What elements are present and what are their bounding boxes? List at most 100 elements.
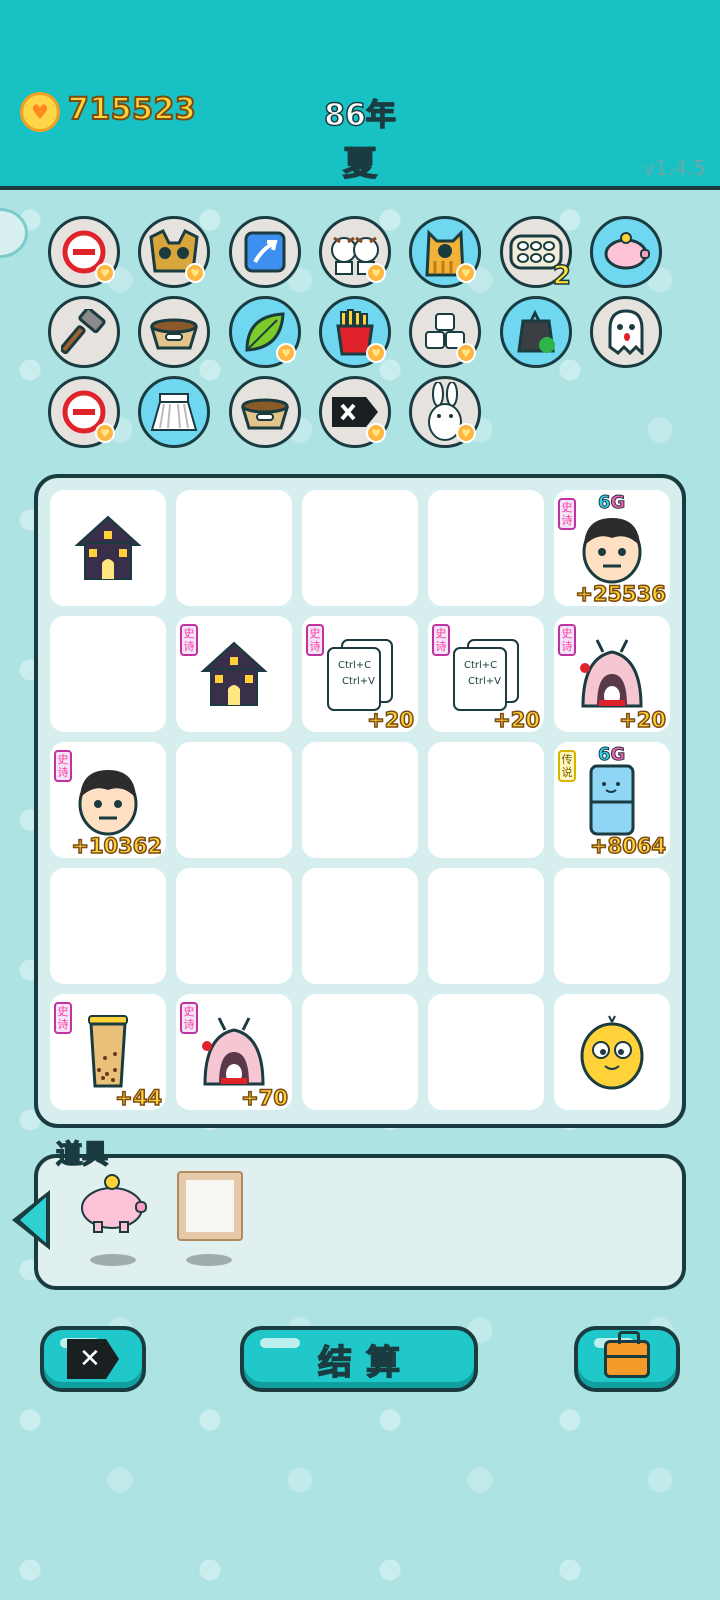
skirt-icon[interactable] — [138, 376, 210, 448]
board-cell[interactable] — [50, 868, 166, 984]
board-cell[interactable]: 史诗 Ctrl+C Ctrl+V +20 — [428, 616, 544, 733]
settle-button-label: 结算 — [317, 1342, 414, 1384]
bonus-value: +70 — [240, 1085, 288, 1111]
year-label: 86年 — [323, 97, 396, 134]
copy-paste-icon: Ctrl+C Ctrl+V — [327, 639, 393, 711]
board-cell[interactable] — [176, 742, 292, 858]
sugar-cubes-icon[interactable]: ♥ — [409, 296, 481, 368]
rabbit-icon[interactable]: ♥ — [409, 376, 481, 448]
favorite-badge-icon: ♥ — [95, 263, 115, 283]
version-label: v1.4.5 — [643, 156, 706, 180]
man-face-icon — [78, 770, 138, 836]
haunted-house-icon — [74, 515, 142, 580]
epic-tag: 史诗 — [54, 1002, 72, 1034]
up-arrow-card-icon[interactable] — [229, 216, 301, 288]
delete-tag-icon: ✕ — [67, 1339, 119, 1379]
board-cell[interactable]: 史诗 +10362 — [50, 742, 166, 859]
bonus-value: +10362 — [71, 833, 163, 859]
rabbit-house-icon — [202, 1017, 265, 1086]
board-cell[interactable] — [554, 868, 670, 984]
board-cell[interactable]: 传说 6G +8064 — [554, 742, 670, 859]
picture-frame-icon — [177, 1171, 243, 1241]
copy-text: Ctrl+C — [464, 660, 497, 671]
settle-button[interactable]: 结算 — [240, 1326, 478, 1392]
board-cell[interactable] — [50, 616, 166, 732]
board-cell[interactable]: 史诗 +20 — [554, 616, 670, 733]
props-title: 道具 — [55, 1139, 109, 1171]
delete-tag-icon[interactable]: ♥ — [319, 376, 391, 448]
board-cell[interactable]: 史诗 — [176, 616, 292, 732]
epic-tag: 史诗 — [180, 624, 198, 656]
yellow-chick-icon — [580, 1015, 644, 1090]
epic-tag: 史诗 — [432, 624, 450, 656]
haunted-house-icon — [200, 641, 268, 706]
bonus-value: +20 — [492, 707, 540, 733]
cat-in-box-icon[interactable]: ♥ — [138, 216, 210, 288]
epic-tag: 史诗 — [306, 624, 324, 656]
briefcase-icon — [604, 1331, 650, 1378]
board-cell[interactable] — [302, 742, 418, 858]
props-picture-frame[interactable] — [176, 1170, 244, 1242]
paste-text: Ctrl+V — [342, 676, 375, 687]
paste-text: Ctrl+V — [468, 676, 501, 687]
minus-circle-icon[interactable]: ♥ — [48, 216, 120, 288]
recycle-bag-icon[interactable] — [500, 296, 572, 368]
hammer-icon[interactable] — [48, 296, 120, 368]
board-cell[interactable] — [428, 742, 544, 858]
props-piggy-bank[interactable] — [76, 1170, 148, 1240]
rabbit-house-icon — [580, 639, 643, 708]
bubble-tea-icon — [88, 1015, 128, 1088]
item-shadow — [90, 1254, 136, 1266]
board-cell[interactable]: 史诗 +44 — [50, 994, 166, 1111]
favorite-badge-icon: ♥ — [366, 263, 386, 283]
cat-icon[interactable]: ♥ — [409, 216, 481, 288]
top-bar: ♥ 715523 86年 夏 v1.4.5 — [0, 0, 720, 190]
board-cell[interactable] — [554, 994, 670, 1110]
egg-tray-icon[interactable]: 2 — [500, 216, 572, 292]
board-cell[interactable] — [302, 868, 418, 984]
minus-circle-icon[interactable]: ♥ — [48, 376, 120, 448]
favorite-badge-icon: ♥ — [95, 423, 115, 443]
epic-tag: 史诗 — [558, 624, 576, 656]
coin-icon: ♥ — [20, 92, 60, 132]
fridge-icon — [589, 764, 635, 836]
cow-couple-icon[interactable]: ♥ — [319, 216, 391, 288]
favorite-badge-icon: ♥ — [456, 423, 476, 443]
copy-text: Ctrl+C — [338, 660, 371, 671]
ghost-icon[interactable] — [590, 296, 662, 368]
board-cell[interactable]: 史诗 Ctrl+C Ctrl+V +20 — [302, 616, 418, 733]
bonus-value: +20 — [618, 707, 666, 733]
pet-bowl-icon[interactable] — [138, 296, 210, 368]
bonus-value: +20 — [366, 707, 414, 733]
french-fries-icon[interactable]: ♥ — [319, 296, 391, 368]
board-cell[interactable] — [50, 490, 166, 606]
board-cell[interactable]: 史诗 6G +25536 — [554, 490, 670, 607]
board-cell[interactable] — [428, 490, 544, 606]
scroll-left-arrow-fill — [20, 1197, 46, 1243]
board-cell[interactable] — [176, 868, 292, 984]
board-cell[interactable] — [428, 868, 544, 984]
generation-label: 6G — [598, 744, 626, 766]
bonus-value: +8064 — [589, 833, 667, 859]
legend-tag: 传说 — [558, 750, 576, 782]
pet-bowl-icon[interactable] — [229, 376, 301, 448]
epic-tag: 史诗 — [54, 750, 72, 782]
item-shadow — [186, 1254, 232, 1266]
favorite-badge-icon: ♥ — [456, 263, 476, 283]
board-cell[interactable] — [302, 490, 418, 606]
board-cell[interactable]: 史诗 +70 — [176, 994, 292, 1111]
favorite-badge-icon: ♥ — [185, 263, 205, 283]
leaf-icon[interactable]: ♥ — [229, 296, 301, 368]
item-count: 2 — [552, 260, 572, 292]
generation-label: 6G — [598, 492, 626, 514]
board-cell[interactable] — [302, 994, 418, 1110]
season-label: 夏 — [342, 143, 378, 185]
favorite-badge-icon: ♥ — [366, 423, 386, 443]
piggy-bank-icon[interactable] — [590, 216, 662, 288]
delete-button[interactable]: ✕ — [40, 1326, 146, 1392]
board-cell[interactable] — [176, 490, 292, 606]
board-cell[interactable] — [428, 994, 544, 1110]
bag-button[interactable] — [574, 1326, 680, 1392]
favorite-badge-icon: ♥ — [276, 343, 296, 363]
props-panel — [34, 1154, 686, 1290]
